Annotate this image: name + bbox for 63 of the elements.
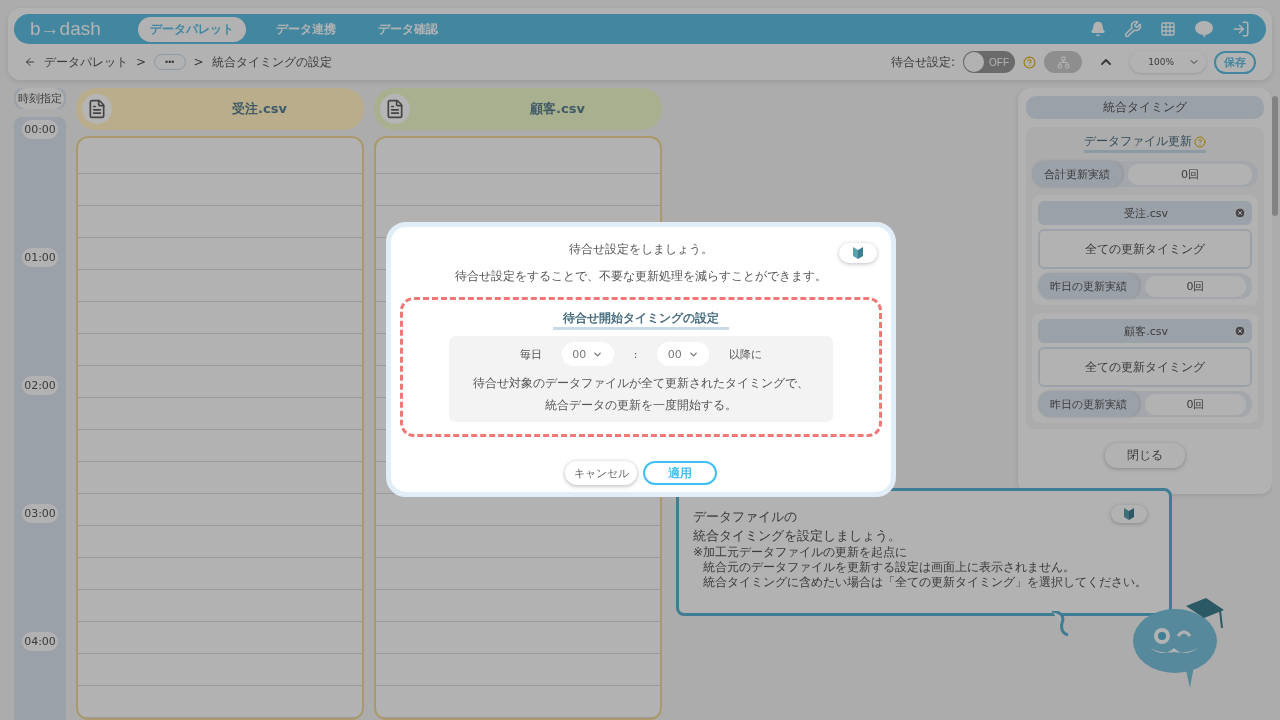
help-icon[interactable] [1194,135,1206,148]
time-label: 04:00 [22,632,58,651]
daily-label: 毎日 [519,346,542,362]
time-colon: : [633,347,638,361]
bell-icon[interactable] [1090,21,1106,37]
more-button[interactable]: ••• [154,54,186,70]
time-label: 00:00 [22,120,58,139]
wrench-icon[interactable] [1124,20,1142,38]
file-name: 受注.csv [1124,205,1168,221]
file-name: 受注.csv [232,100,287,118]
time-label: 01:00 [22,248,58,267]
description-line: 待合せ対象のデータファイルが全て更新されたタイミングで、 [473,375,809,392]
document-icon [380,94,410,124]
wait-setting-label: 待合せ設定: [890,53,955,71]
timing-option[interactable]: 全ての更新タイミング [1038,347,1252,387]
document-icon [82,94,112,124]
breadcrumb-separator: > [193,55,204,69]
file-name: 顧客.csv [530,100,585,118]
breadcrumb-link[interactable]: データパレット [44,53,128,71]
flow-icon [1056,55,1070,69]
bubble-title: 統合タイミングを設定しましょう。 [693,527,901,545]
bubble-note: ※加工元データファイルの更新を起点に [693,545,909,560]
bubble-title: データファイルの [693,508,797,526]
logout-icon[interactable] [1232,20,1250,38]
remove-icon[interactable] [1234,207,1246,219]
section-title: 待合せ開始タイミングの設定 [553,310,729,330]
stat-label: 合計更新実績 [1032,161,1122,187]
dialog-title: 待合せ設定をしましょう。 [569,241,713,258]
section-title: データファイル更新 [1084,133,1206,153]
beginner-button[interactable] [1111,505,1147,523]
flow-button[interactable] [1044,51,1082,73]
apps-grid-icon[interactable] [1160,21,1176,37]
breadcrumb-separator: > [136,55,147,69]
stat-value: 0回 [1128,163,1252,185]
wait-toggle[interactable]: OFF [963,51,1015,73]
help-icon[interactable] [1023,55,1036,69]
stat-value: 0回 [1145,393,1246,415]
minute-select[interactable]: 00 [657,342,710,366]
breadcrumb-current: 統合タイミングの設定 [211,53,332,71]
panel-title: 統合タイミング [1026,96,1264,119]
time-header-label: 時刻指定 [16,88,64,109]
beginner-mark-icon [1124,508,1134,520]
scrollbar[interactable] [1272,96,1278,216]
bubble-note: 統合元のデータファイルを更新する設定は画面上に表示されません。 [702,560,1076,575]
stat-label: 昨日の更新実績 [1038,391,1139,417]
after-label: 以降に [729,346,763,362]
description-line: 統合データの更新を一度開始する。 [544,397,738,414]
stat-label: 昨日の更新実績 [1038,273,1139,299]
cancel-button[interactable]: キャンセル [565,461,637,485]
time-label: 02:00 [22,376,58,395]
hour-select[interactable]: 00 [561,342,614,366]
file-name: 顧客.csv [1124,323,1168,339]
zoom-select[interactable]: 100% [1130,51,1206,73]
stat-value: 0回 [1145,275,1246,297]
timing-option[interactable]: 全ての更新タイミング [1038,229,1252,269]
time-label: 03:00 [22,504,58,523]
close-button[interactable]: 閉じる [1105,443,1185,468]
dialog-subtitle: 待合せ設定をすることで、不要な更新処理を減らすことができます。 [455,268,827,285]
back-arrow-icon[interactable] [24,56,36,68]
beginner-button[interactable] [839,243,877,263]
bubble-note: 統合タイミングに含めたい場合は「全ての更新タイミング」を選択してください。 [702,575,1148,590]
remove-icon[interactable] [1234,325,1246,337]
beginner-mark-icon [853,247,863,259]
